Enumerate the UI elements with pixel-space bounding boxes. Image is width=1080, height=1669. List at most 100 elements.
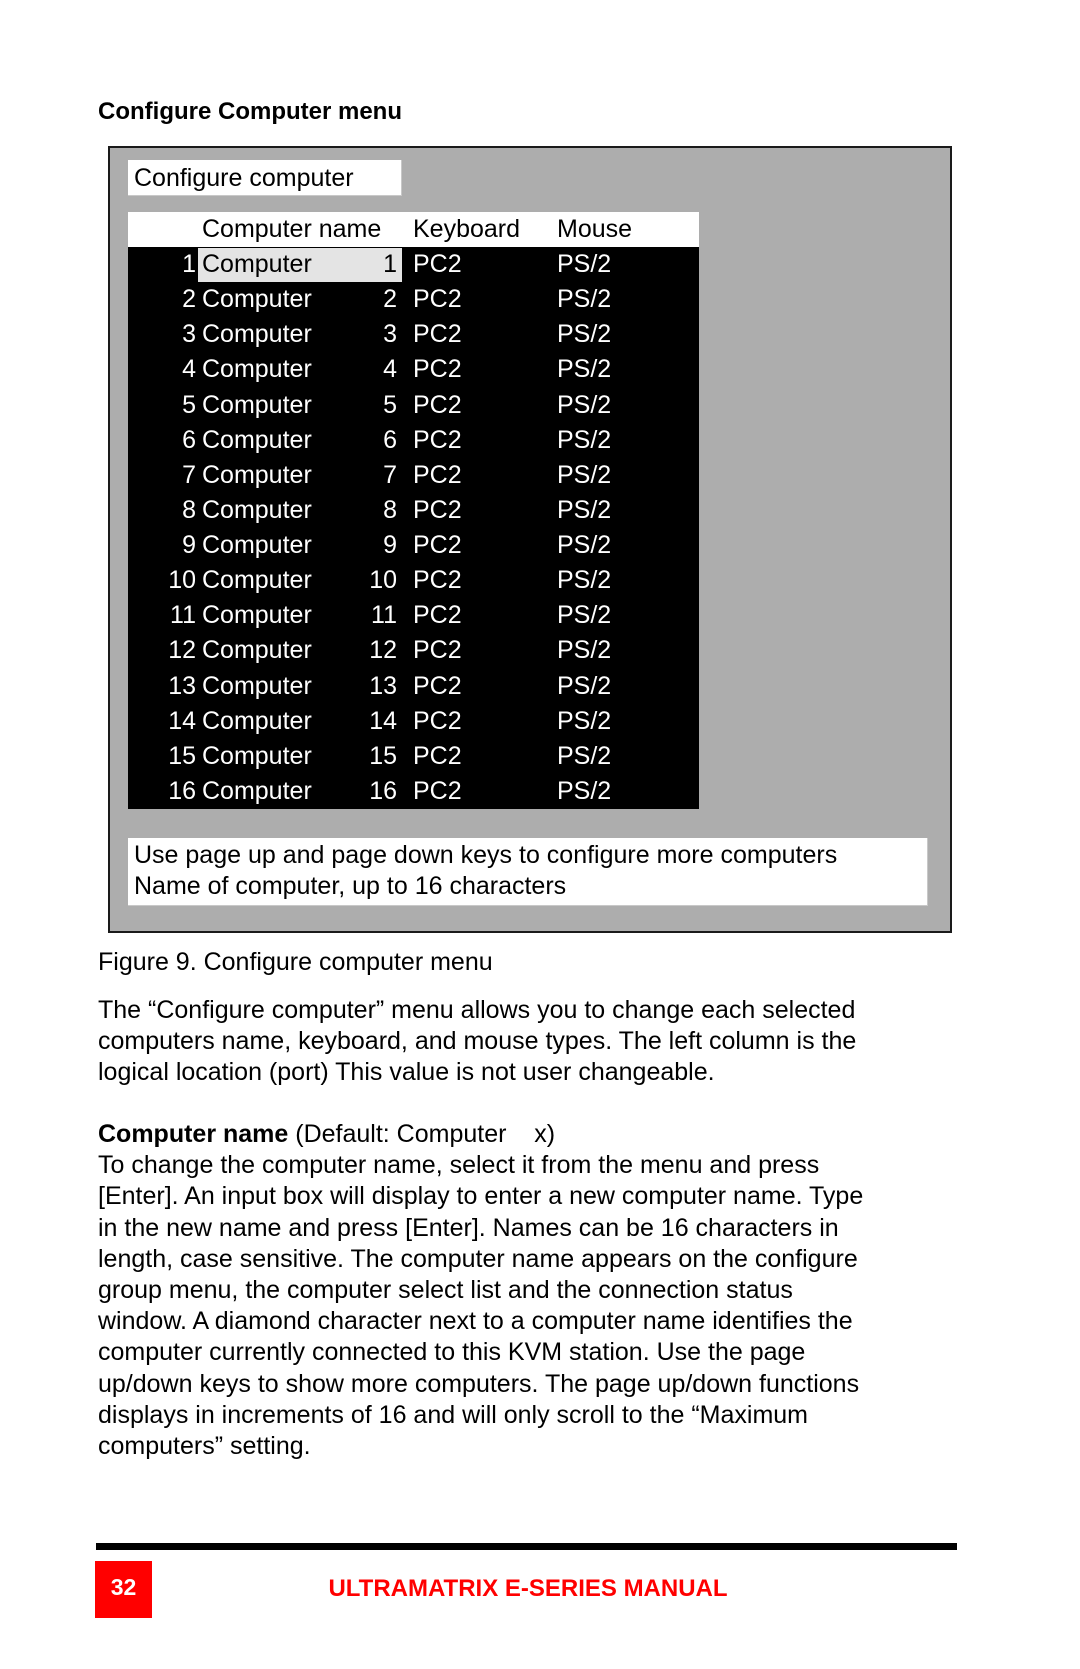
table-row[interactable]: 6 Computer 6 PC2 PS/2 — [128, 423, 699, 458]
row-keyboard: PC2 — [413, 566, 462, 595]
row-keyboard: PC2 — [413, 460, 462, 489]
intro-paragraph: The “Configure computer” menu allows you… — [98, 995, 978, 1089]
row-mouse: PS/2 — [557, 531, 612, 559]
paragraph-line: [Enter]. An input box will display to en… — [98, 1182, 864, 1211]
row-port: 12 — [168, 636, 196, 665]
row-mouse: PS/2 — [557, 425, 612, 454]
row-computer-name: Computer — [202, 390, 312, 419]
row-mouse: PS/2 — [557, 320, 612, 349]
row-port: 4 — [182, 355, 196, 384]
row-mouse: PS/2 — [557, 460, 612, 489]
paragraph-line: length, case sensitive. The computer nam… — [98, 1244, 858, 1273]
table-header: Computer name Keyboard Mouse — [128, 212, 699, 247]
row-computer-number: 16 — [369, 776, 397, 805]
paragraph-line: in the new name and press [Enter]. Names… — [98, 1213, 839, 1242]
column-header-mouse: Mouse — [557, 215, 633, 243]
figure-caption: Figure 9. Configure computer menu — [98, 948, 493, 976]
paragraph-line: up/down keys to show more computers. The… — [98, 1369, 860, 1398]
table-row[interactable]: 16 Computer 16 PC2 PS/2 — [128, 774, 699, 809]
row-mouse: PS/2 — [557, 671, 612, 700]
row-keyboard: PC2 — [413, 741, 462, 770]
default-value-text: (Default: Computer x) — [288, 1120, 556, 1148]
row-computer-number: 8 — [383, 495, 397, 524]
footer-title: ULTRAMATRIX E-SERIES MANUAL — [328, 1575, 728, 1602]
row-mouse: PS/2 — [557, 355, 612, 384]
row-computer-name: Computer — [202, 285, 312, 314]
row-port: 13 — [168, 671, 196, 700]
table-row[interactable]: 7 Computer 7 PC2 PS/2 — [128, 458, 699, 493]
row-computer-name: Computer — [202, 531, 312, 559]
row-port: 8 — [182, 495, 196, 524]
row-computer-name: Computer — [202, 636, 312, 665]
row-computer-number: 9 — [383, 531, 397, 559]
table-row[interactable]: 1 Computer 1 PC2 PS/2 — [128, 247, 699, 282]
row-mouse: PS/2 — [557, 495, 612, 524]
row-computer-number: 4 — [383, 355, 397, 384]
row-port: 15 — [168, 741, 196, 770]
page-number: 32 — [95, 1561, 152, 1618]
table-row[interactable]: 8 Computer 8 PC2 PS/2 — [128, 493, 699, 528]
row-port: 10 — [168, 566, 196, 595]
row-port: 1 — [182, 250, 196, 278]
row-keyboard: PC2 — [413, 776, 462, 805]
row-computer-name: Computer — [202, 250, 312, 278]
row-keyboard: PC2 — [413, 531, 462, 559]
row-computer-number: 1 — [383, 250, 397, 278]
row-port: 7 — [182, 460, 196, 489]
row-keyboard: PC2 — [413, 390, 462, 419]
row-computer-number: 5 — [383, 390, 397, 419]
row-computer-name: Computer — [202, 425, 312, 454]
section-heading: Configure Computer menu — [98, 98, 402, 125]
row-computer-number: 6 — [383, 425, 397, 454]
row-mouse: PS/2 — [557, 250, 612, 278]
row-mouse: PS/2 — [557, 285, 612, 314]
row-mouse: PS/2 — [557, 601, 612, 630]
row-port: 11 — [170, 601, 196, 630]
table-row[interactable]: 5 Computer 5 PC2 PS/2 — [128, 388, 699, 423]
row-computer-name: Computer — [202, 706, 312, 735]
paragraph-line: group menu, the computer select list and… — [98, 1276, 793, 1305]
row-mouse: PS/2 — [557, 706, 612, 735]
table-row[interactable]: 15 Computer 15 PC2 PS/2 — [128, 739, 699, 774]
row-computer-number: 13 — [369, 671, 397, 700]
column-header-name: Computer name — [202, 215, 382, 243]
row-computer-name: Computer — [202, 460, 312, 489]
row-computer-number: 7 — [383, 460, 397, 489]
row-keyboard: PC2 — [413, 706, 462, 735]
row-keyboard: PC2 — [413, 320, 462, 349]
help-line: Use page up and page down keys to config… — [134, 841, 838, 869]
row-computer-name: Computer — [202, 776, 312, 805]
table-row[interactable]: 10 Computer 10 PC2 PS/2 — [128, 563, 699, 598]
table-row[interactable]: 14 Computer 14 PC2 PS/2 — [128, 704, 699, 739]
row-computer-name: Computer — [202, 355, 312, 384]
table-row[interactable]: 11 Computer 11 PC2 PS/2 — [128, 598, 699, 633]
row-keyboard: PC2 — [413, 601, 462, 630]
row-port: 3 — [182, 320, 196, 349]
row-computer-name: Computer — [202, 320, 312, 349]
help-line: Name of computer, up to 16 characters — [134, 872, 567, 900]
row-computer-name: Computer — [202, 741, 312, 770]
row-keyboard: PC2 — [413, 495, 462, 524]
table-row[interactable]: 2 Computer 2 PC2 PS/2 — [128, 282, 699, 317]
column-header-keyboard: Keyboard — [413, 215, 521, 243]
footer-rule — [96, 1543, 957, 1550]
row-mouse: PS/2 — [557, 390, 612, 419]
table-row[interactable]: 9 Computer 9 PC2 PS/2 — [128, 528, 699, 563]
table-row[interactable]: 12 Computer 12 PC2 PS/2 — [128, 633, 699, 668]
row-mouse: PS/2 — [557, 776, 612, 805]
row-port: 5 — [182, 390, 196, 419]
row-keyboard: PC2 — [413, 636, 462, 665]
table-row[interactable]: 13 Computer 13 PC2 PS/2 — [128, 669, 699, 704]
table-row[interactable]: 4 Computer 4 PC2 PS/2 — [128, 352, 699, 387]
row-port: 2 — [182, 285, 196, 314]
row-port: 9 — [182, 531, 196, 559]
row-computer-number: 14 — [369, 706, 397, 735]
table-row[interactable]: 3 Computer 3 PC2 PS/2 — [128, 317, 699, 352]
row-computer-name: Computer — [202, 566, 312, 595]
paragraph-line: The “Configure computer” menu allows you… — [98, 996, 856, 1024]
paragraph-line: To change the computer name, select it f… — [98, 1151, 820, 1180]
row-mouse: PS/2 — [557, 636, 612, 665]
row-computer-number: 12 — [369, 636, 397, 665]
row-computer-number: 10 — [369, 566, 397, 595]
paragraph-line: computer currently connected to this KVM… — [98, 1338, 806, 1367]
